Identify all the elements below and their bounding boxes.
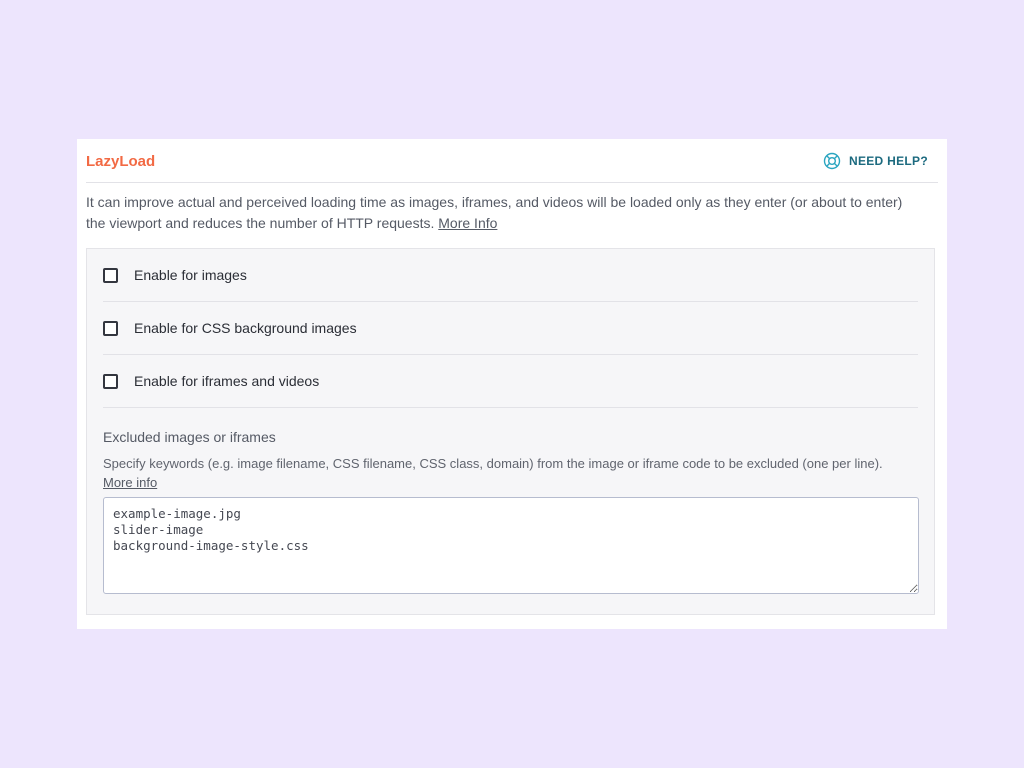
images-checkbox[interactable] [103, 268, 118, 283]
css-backgrounds-option-label[interactable]: Enable for CSS background images [134, 320, 357, 336]
iframes-checkbox[interactable] [103, 374, 118, 389]
need-help-link[interactable]: NEED HELP? [823, 152, 928, 170]
option-row-css-backgrounds[interactable]: Enable for CSS background images [103, 302, 918, 355]
iframes-option-label[interactable]: Enable for iframes and videos [134, 373, 319, 389]
images-option-label[interactable]: Enable for images [134, 267, 247, 283]
intro-description: It can improve actual and perceived load… [86, 192, 922, 234]
intro-more-info-link[interactable]: More Info [438, 215, 497, 231]
panel-header: LazyLoad NEED HELP? [86, 139, 938, 183]
exclusions-title: Excluded images or iframes [103, 429, 276, 445]
exclusions-description-text: Specify keywords (e.g. image filename, C… [103, 456, 883, 471]
exclusions-description: Specify keywords (e.g. image filename, C… [103, 454, 918, 492]
need-help-label: NEED HELP? [848, 154, 928, 168]
exclusions-textarea[interactable]: example-image.jpg slider-image backgroun… [103, 497, 919, 594]
css-backgrounds-checkbox[interactable] [103, 321, 118, 336]
exclusions-textarea-wrapper: example-image.jpg slider-image backgroun… [103, 497, 919, 594]
exclusions-more-info-link[interactable]: More info [103, 475, 157, 490]
settings-box: Enable for images Enable for CSS backgro… [86, 248, 935, 615]
option-row-iframes[interactable]: Enable for iframes and videos [103, 355, 918, 408]
option-row-images[interactable]: Enable for images [103, 249, 918, 302]
panel-title: LazyLoad [86, 153, 156, 170]
lifebuoy-icon [823, 152, 841, 170]
lazyload-panel: LazyLoad NEED HELP? It can improve actua… [77, 139, 947, 629]
